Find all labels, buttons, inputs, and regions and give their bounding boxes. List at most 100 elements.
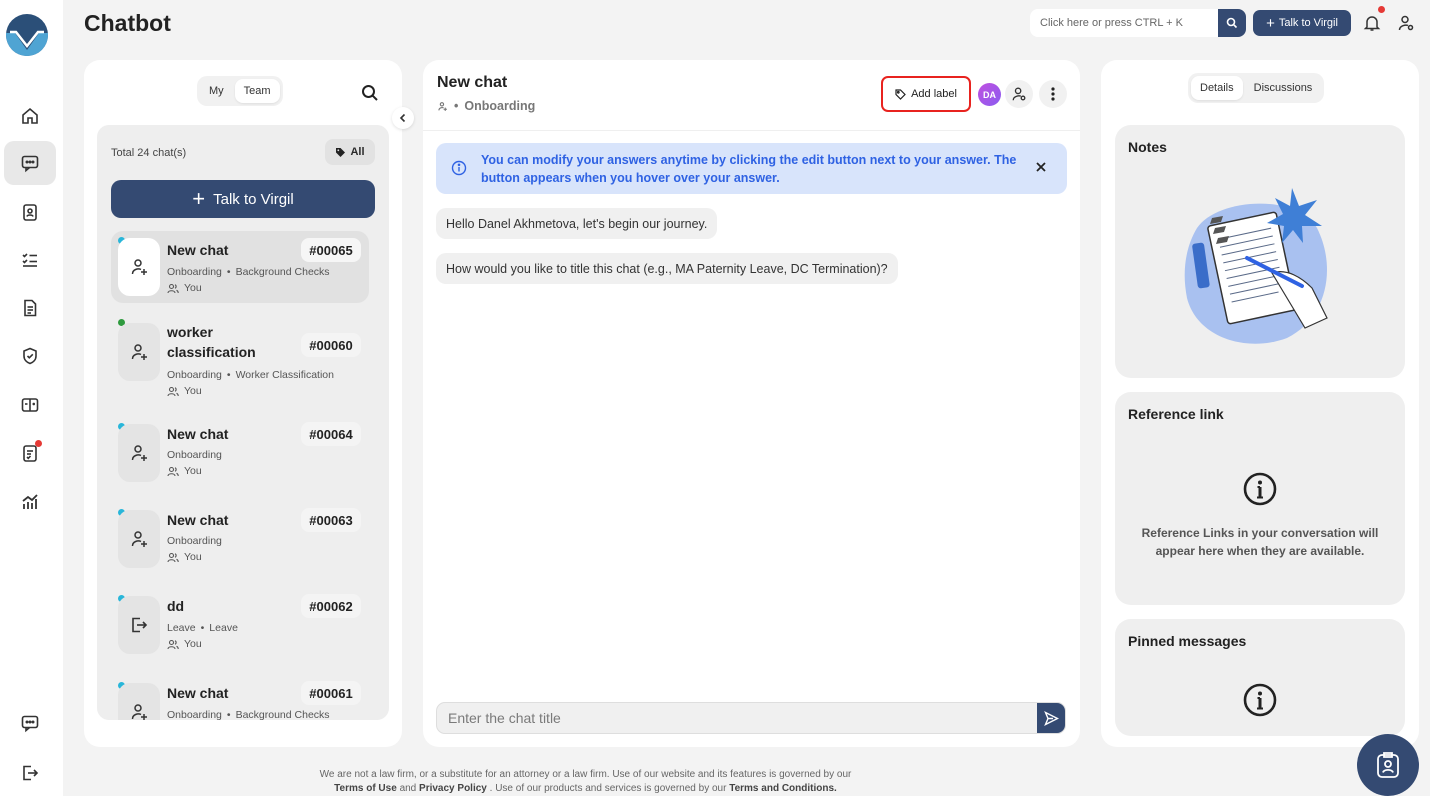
leave-icon (132, 617, 148, 633)
terms-of-use-link[interactable]: Terms of Use (334, 783, 397, 794)
total-chats: Total 24 chat(s) (111, 147, 187, 159)
chat-number: #00065 (301, 238, 361, 262)
users-icon (167, 283, 179, 293)
chat-number: #00060 (301, 333, 361, 357)
info-icon (451, 160, 467, 176)
chat-type-avatar (118, 238, 160, 296)
chat-title: New chat (167, 242, 229, 258)
talk-to-virgil-header-button[interactable]: + Talk to Virgil (1253, 10, 1351, 36)
chat-icon (21, 155, 39, 173)
terms-and-conditions-link[interactable]: Terms and Conditions. (729, 783, 837, 794)
tab-discussions[interactable]: Discussions (1245, 76, 1322, 100)
details-panel: Details Discussions Notes Reference link… (1101, 60, 1419, 747)
chat-list-item[interactable]: New chat #00063 Onboarding You (111, 503, 369, 575)
talk-to-virgil-label: Talk to Virgil (1278, 17, 1338, 29)
nav-documents[interactable] (4, 286, 56, 330)
send-button[interactable] (1037, 703, 1065, 733)
nav-compliance[interactable] (4, 334, 56, 378)
plus-icon: + (192, 186, 206, 211)
search-input[interactable] (1030, 17, 1218, 29)
assistant-fab[interactable] (1357, 734, 1419, 796)
filter-label: All (350, 146, 365, 158)
privacy-policy-link[interactable]: Privacy Policy (419, 783, 487, 794)
chat-number: #00062 (301, 594, 361, 618)
manage-participants-button[interactable] (1005, 80, 1033, 108)
reference-link-card: Reference link Reference Links in your c… (1115, 392, 1405, 605)
chat-type-avatar (118, 510, 160, 568)
chat-number: #00061 (301, 681, 361, 705)
chat-panel: New chat • Onboarding Add label DA You c… (423, 60, 1080, 747)
nav-logout[interactable] (4, 751, 56, 795)
home-icon (22, 107, 38, 124)
nav-employees[interactable] (4, 190, 56, 234)
nav-compare[interactable] (4, 383, 56, 427)
chat-title-input[interactable] (437, 710, 1037, 726)
nav-feedback[interactable] (4, 701, 56, 745)
info-icon (1243, 683, 1277, 717)
nav-analytics[interactable] (4, 480, 56, 524)
chat-list-item[interactable]: New chat #00061 Onboarding • Background Ch… (111, 676, 369, 720)
search-icon (362, 85, 378, 101)
talk-to-virgil-button[interactable]: + Talk to Virgil (111, 180, 375, 218)
nav-chatbot[interactable] (4, 141, 56, 185)
notes-title: Notes (1128, 139, 1167, 155)
info-banner: You can modify your answers anytime by c… (436, 143, 1067, 194)
chat-list: Total 24 chat(s) All + Talk to Virgil Ne… (97, 125, 389, 720)
shield-icon (23, 347, 37, 365)
chat-search-button[interactable] (360, 83, 380, 108)
chat-title: New chat (437, 74, 508, 91)
analytics-icon (22, 494, 38, 509)
user-add-icon (438, 101, 447, 111)
info-banner-text: You can modify your answers anytime by c… (481, 153, 1017, 185)
nav-tasks[interactable] (4, 238, 56, 282)
tab-details[interactable]: Details (1191, 76, 1243, 100)
nav-reports[interactable] (4, 431, 56, 475)
chat-category: Onboarding • Background Checks (167, 266, 330, 278)
nav-rail (0, 0, 63, 796)
label-filter-button[interactable]: All (325, 139, 375, 165)
notifications-button[interactable] (1361, 12, 1383, 34)
nav-home[interactable] (4, 94, 56, 138)
chat-type-avatar (118, 323, 160, 381)
chat-category: Onboarding • Background Checks (167, 709, 330, 720)
bot-message: Hello Danel Akhmetova, let's begin our j… (436, 208, 718, 239)
details-tabs: Details Discussions (1188, 73, 1325, 103)
send-icon (1043, 710, 1059, 726)
user-settings-icon (1398, 15, 1414, 31)
collapse-sidebar-button[interactable] (392, 107, 414, 129)
chat-title: New chat (167, 426, 229, 442)
more-vertical-icon (1051, 87, 1055, 101)
add-label-button[interactable]: Add label (881, 76, 971, 112)
notification-dot (35, 440, 42, 447)
global-search[interactable] (1030, 9, 1246, 37)
chat-list-item[interactable]: New chat #00065 Onboarding • Background Ch… (111, 231, 369, 303)
message-icon (21, 715, 39, 733)
notes-illustration (1184, 188, 1328, 344)
user-add-icon (131, 531, 147, 547)
chat-list-panel: My Team Total 24 chat(s) All + Talk to V… (84, 60, 402, 747)
notes-card: Notes (1115, 125, 1405, 378)
app-logo[interactable] (6, 14, 48, 56)
chat-list-item[interactable]: dd #00062 Leave • Leave You (111, 589, 369, 661)
chat-category: Onboarding (167, 535, 222, 547)
notification-badge (1378, 6, 1385, 13)
avatar[interactable]: DA (978, 83, 1001, 106)
close-banner-button[interactable] (1035, 160, 1047, 178)
chat-input-bar (436, 702, 1066, 734)
chat-title: dd (167, 598, 185, 614)
tab-my[interactable]: My (200, 79, 233, 103)
chat-owner: You (167, 282, 202, 294)
chat-list-item[interactable]: New chat #00064 Onboarding You (111, 417, 369, 489)
assistant-badge-icon (1377, 752, 1399, 778)
tab-team[interactable]: Team (234, 79, 280, 103)
chevron-left-icon (399, 113, 406, 123)
more-options-button[interactable] (1039, 80, 1067, 108)
search-button[interactable] (1218, 9, 1246, 37)
legal-footer: We are not a law firm, or a substitute f… (63, 768, 1108, 796)
chat-title: New chat (167, 685, 229, 701)
chat-list-item[interactable]: worker classification #00060 Onboarding •… (111, 313, 369, 399)
user-add-icon (131, 445, 147, 461)
user-menu-button[interactable] (1395, 12, 1417, 34)
bell-icon (1363, 16, 1381, 31)
id-badge-icon (23, 204, 37, 221)
